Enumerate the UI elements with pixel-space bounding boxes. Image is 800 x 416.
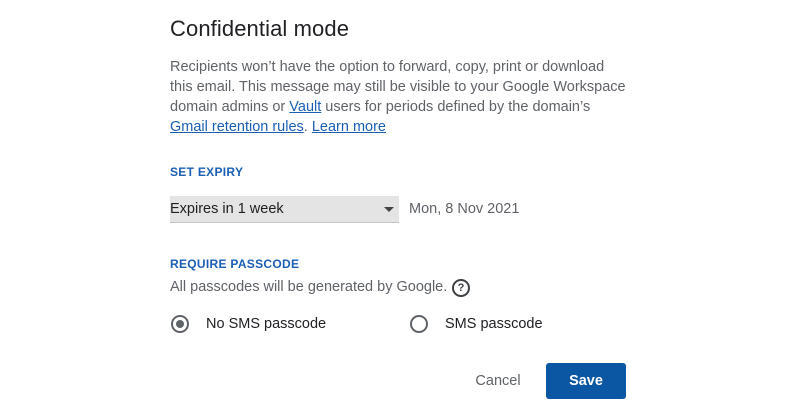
save-button[interactable]: Save — [546, 363, 626, 399]
help-icon[interactable]: ? — [452, 279, 470, 297]
cancel-button[interactable]: Cancel — [460, 364, 536, 398]
passcode-note: All passcodes will be generated by Googl… — [170, 279, 448, 295]
dialog-title: Confidential mode — [170, 16, 350, 41]
radio-checked-icon — [171, 315, 189, 333]
gmail-retention-rules-link[interactable]: Gmail retention rules — [170, 119, 304, 135]
no-sms-passcode-label: No SMS passcode — [206, 316, 327, 332]
expiry-date: Mon, 8 Nov 2021 — [409, 201, 520, 217]
dropdown-arrow-icon — [384, 207, 394, 212]
expiry-select-value: Expires in 1 week — [170, 201, 284, 217]
expiry-select[interactable]: Expires in 1 week — [170, 196, 399, 223]
require-passcode-label: REQUIRE PASSCODE — [170, 257, 300, 271]
learn-more-link[interactable]: Learn more — [312, 119, 386, 135]
description-text-2: users for periods defined by the domain’… — [321, 99, 591, 115]
vault-link[interactable]: Vault — [289, 99, 321, 115]
sms-passcode-label: SMS passcode — [445, 316, 543, 332]
set-expiry-label: SET EXPIRY — [170, 165, 244, 179]
description-text-3: . — [303, 119, 312, 135]
radio-unchecked-icon — [410, 315, 428, 333]
confidential-mode-dialog: Confidential mode Recipients won’t have … — [0, 0, 800, 416]
dialog-description: Recipients won’t have the option to forw… — [170, 57, 630, 137]
